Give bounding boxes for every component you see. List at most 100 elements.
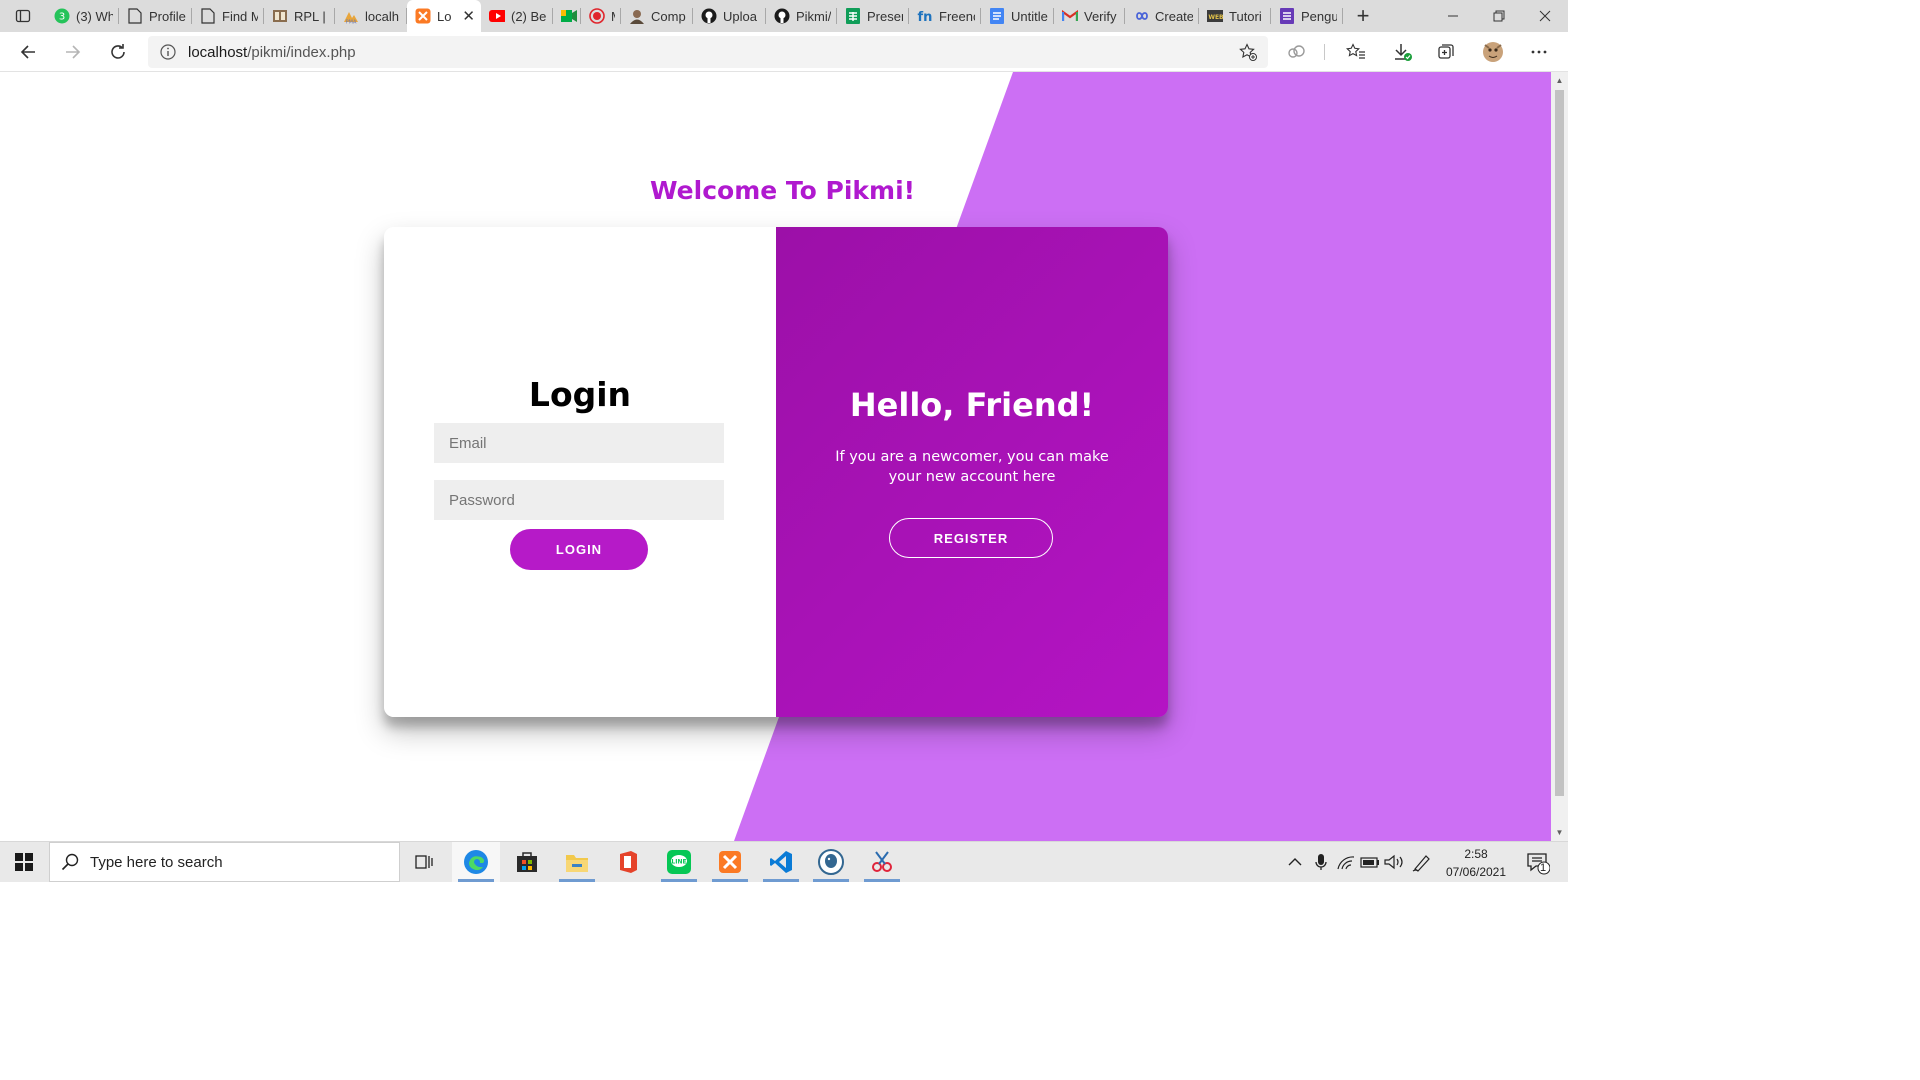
speaker-icon bbox=[1384, 854, 1403, 870]
password-input[interactable] bbox=[434, 480, 724, 520]
register-button[interactable]: REGISTER bbox=[889, 518, 1053, 558]
tab-gmail[interactable]: Verify bbox=[1054, 0, 1125, 32]
tab-sheets[interactable]: Preser bbox=[837, 0, 909, 32]
line-icon: LINE bbox=[667, 850, 691, 874]
show-hidden-icons-button[interactable] bbox=[1284, 842, 1306, 882]
pen-icon bbox=[1412, 855, 1430, 872]
taskbar-store[interactable] bbox=[503, 842, 551, 882]
forms-icon bbox=[1279, 8, 1295, 24]
taskbar-line[interactable]: LINE bbox=[655, 842, 703, 882]
tab-rpl[interactable]: RPL | T bbox=[264, 0, 335, 32]
notifications-button[interactable]: 1 bbox=[1520, 842, 1554, 882]
tab-tutorial[interactable]: WEB Tutori bbox=[1199, 0, 1271, 32]
xampp-icon bbox=[415, 8, 431, 24]
tab-record[interactable]: M bbox=[581, 0, 621, 32]
tab-profile[interactable]: Profile bbox=[119, 0, 192, 32]
tab-comp[interactable]: Comp bbox=[621, 0, 693, 32]
tab-pikmi-github[interactable]: Pikmi/ bbox=[766, 0, 837, 32]
page-viewport: Welcome To Pikmi! Login LOGIN Hello, Fri… bbox=[0, 72, 1551, 841]
settings-more-button[interactable] bbox=[1523, 36, 1555, 68]
microphone-icon bbox=[1315, 854, 1327, 870]
volume-tray[interactable] bbox=[1382, 842, 1406, 882]
taskbar-file-explorer[interactable] bbox=[553, 842, 601, 882]
tab-strip: 3 (3) Wh Profile Find M RPL | T PMA loca… bbox=[0, 0, 1568, 32]
tab-title: RPL | T bbox=[294, 8, 329, 24]
tab-localhost[interactable]: PMA localh bbox=[335, 0, 407, 32]
store-icon bbox=[517, 852, 537, 872]
tab-create[interactable]: Create bbox=[1125, 0, 1199, 32]
email-input[interactable] bbox=[434, 423, 724, 463]
start-button[interactable] bbox=[0, 842, 48, 882]
forward-button[interactable] bbox=[57, 36, 89, 68]
page-icon bbox=[200, 8, 216, 24]
address-bar[interactable]: localhost/pikmi/index.php bbox=[148, 36, 1268, 68]
tab-title: Freenc bbox=[939, 8, 975, 24]
site-info-icon[interactable] bbox=[148, 44, 188, 60]
back-arrow-icon bbox=[20, 45, 35, 59]
plus-icon: + bbox=[1356, 3, 1370, 28]
login-button[interactable]: LOGIN bbox=[510, 529, 648, 570]
chevron-up-icon bbox=[1288, 858, 1302, 866]
tab-title: localh bbox=[365, 8, 399, 24]
svg-text:LINE: LINE bbox=[671, 859, 686, 866]
tab-title: M bbox=[611, 9, 615, 24]
scroll-down-icon[interactable]: ▼ bbox=[1551, 824, 1568, 841]
network-tray[interactable] bbox=[1334, 842, 1358, 882]
favorites-button[interactable] bbox=[1340, 36, 1372, 68]
scroll-up-icon[interactable]: ▲ bbox=[1551, 72, 1568, 89]
tab-title: Tutori bbox=[1229, 8, 1262, 24]
tab-meet[interactable] bbox=[553, 0, 581, 32]
minimize-button[interactable] bbox=[1430, 0, 1476, 32]
tab-active-login[interactable]: Lo ✕ bbox=[407, 0, 481, 32]
page-icon bbox=[127, 8, 143, 24]
tab-actions-button[interactable] bbox=[0, 0, 46, 32]
add-favorite-icon[interactable] bbox=[1228, 43, 1268, 61]
taskbar-edge[interactable] bbox=[452, 842, 500, 882]
url-text[interactable]: localhost/pikmi/index.php bbox=[188, 44, 356, 61]
taskbar-xampp[interactable] bbox=[706, 842, 754, 882]
tab-upload-github[interactable]: Uploa bbox=[693, 0, 766, 32]
tab-actions-icon bbox=[15, 9, 31, 23]
close-window-button[interactable] bbox=[1522, 0, 1568, 32]
task-view-button[interactable] bbox=[400, 842, 448, 882]
tab-freenom[interactable]: fn Freenc bbox=[909, 0, 981, 32]
postgres-icon bbox=[818, 849, 844, 875]
pen-tray[interactable] bbox=[1410, 842, 1434, 882]
taskbar-search-box[interactable]: Type here to search bbox=[49, 842, 400, 882]
sheets-icon bbox=[845, 8, 861, 24]
taskbar-vscode[interactable] bbox=[757, 842, 805, 882]
taskbar-postgres[interactable] bbox=[807, 842, 855, 882]
tab-whatsapp[interactable]: 3 (3) Wh bbox=[46, 0, 119, 32]
taskbar-clock[interactable]: 2:58 07/06/2021 bbox=[1438, 845, 1514, 881]
taskbar-snipping-tool[interactable] bbox=[858, 842, 906, 882]
tab-forms[interactable]: Pengu bbox=[1271, 0, 1343, 32]
link-cloud-icon bbox=[1288, 45, 1305, 58]
scrollbar-thumb[interactable] bbox=[1555, 90, 1564, 796]
page-scrollbar[interactable]: ▲ ▼ bbox=[1551, 72, 1568, 841]
back-button[interactable] bbox=[12, 36, 44, 68]
meet-icon bbox=[561, 8, 577, 24]
record-icon bbox=[589, 8, 605, 24]
svg-text:3: 3 bbox=[59, 12, 65, 23]
microphone-tray[interactable] bbox=[1310, 842, 1332, 882]
reload-button[interactable] bbox=[102, 36, 134, 68]
taskbar-office[interactable] bbox=[604, 842, 652, 882]
downloads-button[interactable] bbox=[1386, 36, 1418, 68]
new-tab-button[interactable]: + bbox=[1347, 0, 1379, 32]
tab-title: Uploa bbox=[723, 8, 757, 24]
url-host: localhost bbox=[188, 43, 248, 61]
profile-button[interactable] bbox=[1477, 36, 1509, 68]
tab-youtube[interactable]: (2) Be bbox=[481, 0, 553, 32]
clock-time: 2:58 bbox=[1464, 847, 1488, 861]
close-tab-icon[interactable]: ✕ bbox=[458, 7, 475, 25]
tab-docs[interactable]: Untitle bbox=[981, 0, 1054, 32]
favorites-icon bbox=[1346, 43, 1365, 59]
svg-text:fn: fn bbox=[918, 10, 933, 24]
tracking-prevention-button[interactable] bbox=[1281, 36, 1313, 68]
battery-tray[interactable] bbox=[1358, 842, 1382, 882]
restore-button[interactable] bbox=[1476, 0, 1522, 32]
collections-button[interactable] bbox=[1430, 36, 1462, 68]
tab-title: Lo bbox=[437, 8, 452, 24]
windows-logo-icon bbox=[15, 853, 33, 871]
tab-find[interactable]: Find M bbox=[192, 0, 264, 32]
